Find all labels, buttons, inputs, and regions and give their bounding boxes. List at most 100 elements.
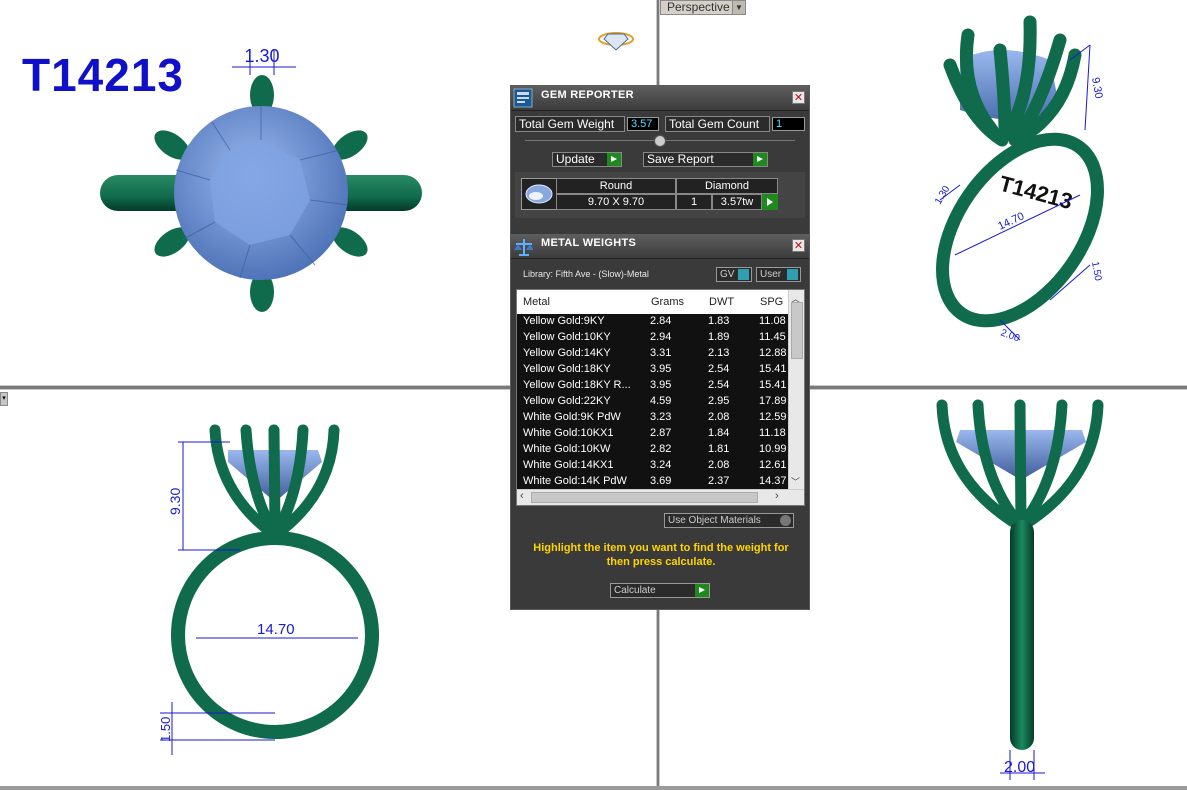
close-icon[interactable]: ✕ — [792, 91, 805, 104]
calculate-button[interactable]: Calculate — [610, 583, 710, 598]
save-report-button[interactable]: Save Report — [643, 152, 768, 167]
cell-spg: 17.89 — [759, 395, 787, 407]
viewport-label: Perspective — [667, 0, 730, 14]
cell-metal: Yellow Gold:14KY — [523, 347, 611, 359]
gem-type: Diamond — [676, 178, 778, 194]
cell-grams: 2.94 — [650, 331, 672, 343]
cell-grams: 3.69 — [650, 475, 672, 487]
slider-handle[interactable] — [654, 135, 666, 147]
cell-spg: 10.99 — [759, 443, 787, 455]
viewport-menu-button[interactable]: ▾ — [0, 392, 8, 406]
vertical-scrollbar[interactable]: ︿ ﹀ — [788, 290, 804, 490]
cell-metal: Yellow Gold:9KY — [523, 315, 605, 327]
horizontal-scrollbar[interactable]: ‹ › — [517, 489, 804, 505]
table-row[interactable]: White Gold:10KX1 2.87 1.84 11.18 — [517, 426, 789, 442]
gear-icon — [780, 515, 791, 526]
table-row[interactable]: Yellow Gold:22KY 4.59 2.95 17.89 — [517, 394, 789, 410]
col-dwt[interactable]: DWT — [709, 296, 734, 308]
cell-dwt: 1.83 — [708, 315, 730, 327]
table-row[interactable]: White Gold:14K PdW 3.69 2.37 14.37 — [517, 474, 789, 490]
dim-label: 1.50 — [158, 717, 173, 742]
dim-label-top: 1.30 — [244, 46, 279, 66]
report-icon — [513, 88, 533, 108]
cell-dwt: 2.13 — [708, 347, 730, 359]
col-grams[interactable]: Grams — [651, 296, 684, 308]
update-label: Update — [556, 152, 595, 166]
instruction-note: Highlight the item you want to find the … — [533, 542, 789, 568]
use-object-materials-dropdown[interactable]: Use Object Materials — [664, 513, 794, 528]
cell-dwt: 2.54 — [708, 363, 730, 375]
chevron-right-icon[interactable]: › — [775, 490, 779, 502]
cell-grams: 3.31 — [650, 347, 672, 359]
hscroll-thumb[interactable] — [531, 492, 758, 503]
cell-metal: White Gold:14K PdW — [523, 475, 627, 487]
play-icon — [607, 153, 621, 166]
round-gem-icon — [525, 184, 553, 204]
update-button[interactable]: Update — [552, 152, 622, 167]
table-row[interactable]: Yellow Gold:18KY R... 3.95 2.54 15.41 — [517, 378, 789, 394]
gv-toggle[interactable]: GV — [716, 267, 752, 282]
cell-spg: 12.61 — [759, 459, 787, 471]
cell-grams: 3.23 — [650, 411, 672, 423]
col-metal[interactable]: Metal — [523, 296, 550, 308]
metal-table[interactable]: Metal Grams DWT SPG Yellow Gold:9KY 2.84 1… — [516, 289, 805, 506]
cell-dwt: 2.54 — [708, 379, 730, 391]
cell-metal: White Gold:9K PdW — [523, 411, 621, 423]
total-weight-value: 3.57 — [627, 117, 659, 131]
chevron-down-icon[interactable]: ▼ — [732, 1, 745, 14]
calculate-label: Calculate — [614, 585, 656, 596]
cell-grams: 2.82 — [650, 443, 672, 455]
cell-dwt: 2.37 — [708, 475, 730, 487]
gem-row[interactable]: Round Diamond 9.70 X 9.70 1 3.57tw — [515, 172, 805, 218]
chevron-down-icon[interactable]: ﹀ — [791, 475, 800, 488]
cell-grams: 3.95 — [650, 379, 672, 391]
cell-spg: 15.41 — [759, 379, 787, 391]
total-weight-label: Total Gem Weight — [515, 116, 625, 132]
table-row[interactable]: Yellow Gold:18KY 3.95 2.54 15.41 — [517, 362, 789, 378]
user-toggle[interactable]: User — [756, 267, 801, 282]
user-label: User — [760, 269, 782, 280]
cell-dwt: 2.08 — [708, 411, 730, 423]
table-row[interactable]: Yellow Gold:9KY 2.84 1.83 11.08 — [517, 314, 789, 330]
cell-dwt: 1.81 — [708, 443, 730, 455]
metal-weights-header[interactable]: METAL WEIGHTS ✕ — [511, 234, 809, 259]
table-row[interactable]: Yellow Gold:14KY 3.31 2.13 12.88 — [517, 346, 789, 362]
dim-label: 1.30 — [933, 184, 952, 207]
table-header: Metal Grams DWT SPG — [517, 290, 789, 315]
scroll-thumb[interactable] — [791, 302, 803, 359]
cell-grams: 2.87 — [650, 427, 672, 439]
scale-icon — [514, 239, 533, 256]
table-row[interactable]: Yellow Gold:10KY 2.94 1.89 11.45 — [517, 330, 789, 346]
prongs — [936, 399, 1104, 531]
dim-label: 1.50 — [1089, 261, 1103, 283]
viewport-label-tab[interactable]: Perspective ▼ — [660, 0, 746, 15]
cell-metal: Yellow Gold:18KY — [523, 363, 611, 375]
play-icon — [695, 584, 709, 597]
cell-metal: White Gold:10KX1 — [523, 427, 614, 439]
metal-weights-title: METAL WEIGHTS — [541, 237, 637, 249]
cell-metal: White Gold:10KW — [523, 443, 611, 455]
col-spg[interactable]: SPG — [760, 296, 783, 308]
engraving-text: T14213 — [997, 171, 1076, 214]
gem-go-button[interactable] — [762, 194, 778, 210]
gem-reporter-panel: GEM REPORTER ✕ Total Gem Weight 3.57 Tot… — [510, 85, 810, 610]
table-row[interactable]: White Gold:9K PdW 3.23 2.08 12.59 — [517, 410, 789, 426]
cell-grams: 4.59 — [650, 395, 672, 407]
gem-thumbnail — [521, 178, 557, 210]
cell-metal: Yellow Gold:10KY — [523, 331, 611, 343]
cell-spg: 11.45 — [759, 331, 786, 343]
gem-size: 9.70 X 9.70 — [556, 194, 676, 210]
status-strip — [0, 786, 1187, 790]
close-icon[interactable]: ✕ — [792, 239, 805, 252]
table-row[interactable]: White Gold:10KW 2.82 1.81 10.99 — [517, 442, 789, 458]
total-count-label: Total Gem Count — [665, 116, 770, 132]
cell-grams: 3.24 — [650, 459, 672, 471]
gem-reporter-header[interactable]: GEM REPORTER ✕ — [511, 86, 809, 111]
cell-dwt: 1.84 — [708, 427, 730, 439]
dim-label: 14.70 — [996, 210, 1026, 233]
dim-label: 9.30 — [1089, 76, 1105, 99]
chevron-left-icon[interactable]: ‹ — [520, 490, 524, 502]
table-row[interactable]: White Gold:14KX1 3.24 2.08 12.61 — [517, 458, 789, 474]
gem-count: 1 — [676, 194, 712, 210]
cell-dwt: 2.08 — [708, 459, 730, 471]
